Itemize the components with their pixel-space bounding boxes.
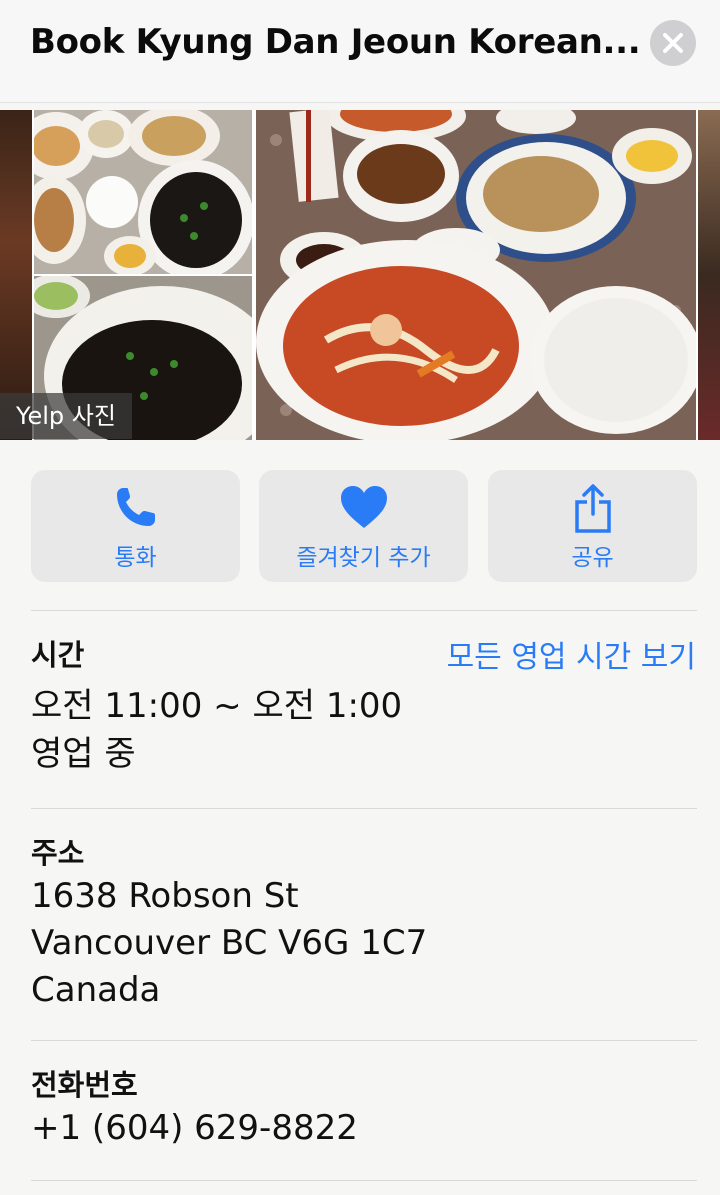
phone-heading: 전화번호 (31, 1068, 138, 1102)
close-button[interactable] (650, 20, 696, 66)
photo-interior-left[interactable] (0, 110, 32, 440)
share-button[interactable]: 공유 (488, 470, 697, 582)
divider (31, 1040, 697, 1041)
add-favorite-button[interactable]: 즐겨찾기 추가 (259, 470, 468, 582)
heart-icon (340, 486, 387, 528)
photo-interior-right[interactable] (698, 110, 720, 440)
address-line-3[interactable]: Canada (31, 970, 160, 1010)
photo-gallery[interactable]: Yelp 사진 (0, 110, 720, 440)
add-favorite-label: 즐겨찾기 추가 (296, 545, 431, 571)
open-status: 영업 중 (31, 734, 136, 774)
hours-heading: 시간 (31, 638, 85, 672)
action-buttons: 통화 즐겨찾기 추가 공유 (31, 470, 697, 582)
divider (31, 808, 697, 809)
photo-side-dishes[interactable] (34, 110, 252, 274)
share-label: 공유 (571, 545, 614, 571)
close-icon (663, 33, 683, 53)
header: Book Kyung Dan Jeoun Korean... (0, 0, 720, 103)
address-line-2[interactable]: Vancouver BC V6G 1C7 (31, 923, 427, 963)
photo-jjamppong-table[interactable] (256, 110, 696, 440)
call-button[interactable]: 통화 (31, 470, 240, 582)
share-icon (574, 484, 611, 533)
divider (31, 610, 697, 611)
divider (31, 1180, 697, 1181)
phone-icon (116, 488, 155, 526)
hours-range: 오전 11:00 ~ 오전 1:00 (31, 686, 403, 726)
photo-source-label: Yelp 사진 (0, 393, 132, 439)
all-hours-link[interactable]: 모든 영업 시간 보기 (447, 632, 696, 676)
phone-number[interactable]: +1 (604) 629-8822 (31, 1108, 358, 1148)
address-heading: 주소 (31, 836, 85, 870)
address-line-1[interactable]: 1638 Robson St (31, 876, 299, 916)
call-label: 통화 (114, 545, 157, 571)
place-title: Book Kyung Dan Jeoun Korean... (30, 22, 641, 62)
